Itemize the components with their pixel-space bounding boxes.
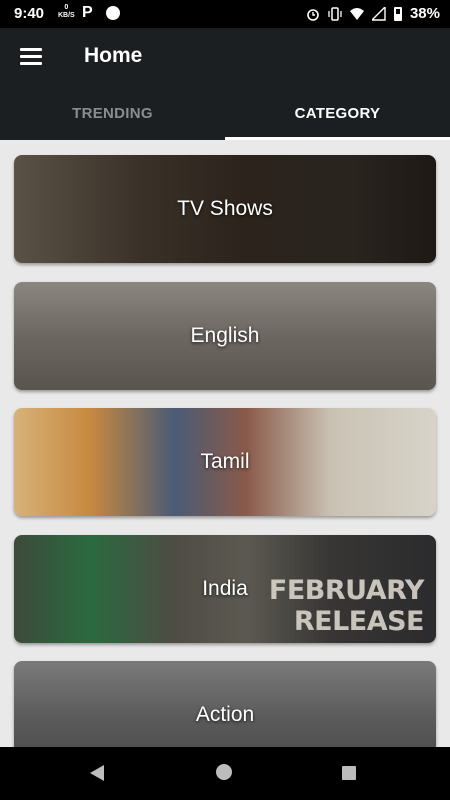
net-speed-unit: KB/S <box>58 12 75 19</box>
category-card-english[interactable]: English <box>14 282 436 390</box>
vibrate-icon <box>328 6 342 21</box>
category-card-action[interactable]: Action <box>14 661 436 747</box>
category-list: TV Shows English Tamil FEBRUARY RELEASE … <box>0 140 450 747</box>
back-icon[interactable] <box>90 765 104 781</box>
wifi-icon <box>349 7 364 20</box>
notification-app2-icon <box>106 6 120 20</box>
tab-bar: TRENDING CATEGORY <box>0 90 450 140</box>
category-card-tv-shows[interactable]: TV Shows <box>14 155 436 263</box>
system-nav-bar <box>0 747 450 800</box>
page-title: Home <box>84 44 143 67</box>
category-label: Tamil <box>200 450 250 473</box>
tab-category[interactable]: CATEGORY <box>225 90 450 140</box>
alarm-icon <box>307 8 319 21</box>
category-label: English <box>190 324 260 347</box>
net-speed: 0 KB/S <box>58 4 75 20</box>
recents-icon[interactable] <box>342 766 356 780</box>
net-speed-value: 0 <box>64 4 69 11</box>
notification-app-icon: P <box>82 4 93 21</box>
category-label: TV Shows <box>177 197 273 220</box>
signal-icon <box>371 6 386 21</box>
menu-icon[interactable] <box>20 48 42 66</box>
tab-trending[interactable]: TRENDING <box>0 90 225 140</box>
category-label: Action <box>195 703 255 726</box>
app-bar: Home TRENDING CATEGORY <box>0 28 450 140</box>
battery-percent: 38% <box>409 5 440 22</box>
category-label: India <box>202 577 248 600</box>
status-time: 9:40 <box>14 5 45 22</box>
battery-icon <box>393 6 402 21</box>
category-card-tamil[interactable]: Tamil <box>14 408 436 516</box>
status-icons: 38% <box>306 5 440 22</box>
status-bar: 9:40 0 KB/S P 38% <box>0 0 450 28</box>
category-card-india[interactable]: FEBRUARY RELEASE India <box>14 535 436 643</box>
home-icon[interactable] <box>216 764 232 780</box>
